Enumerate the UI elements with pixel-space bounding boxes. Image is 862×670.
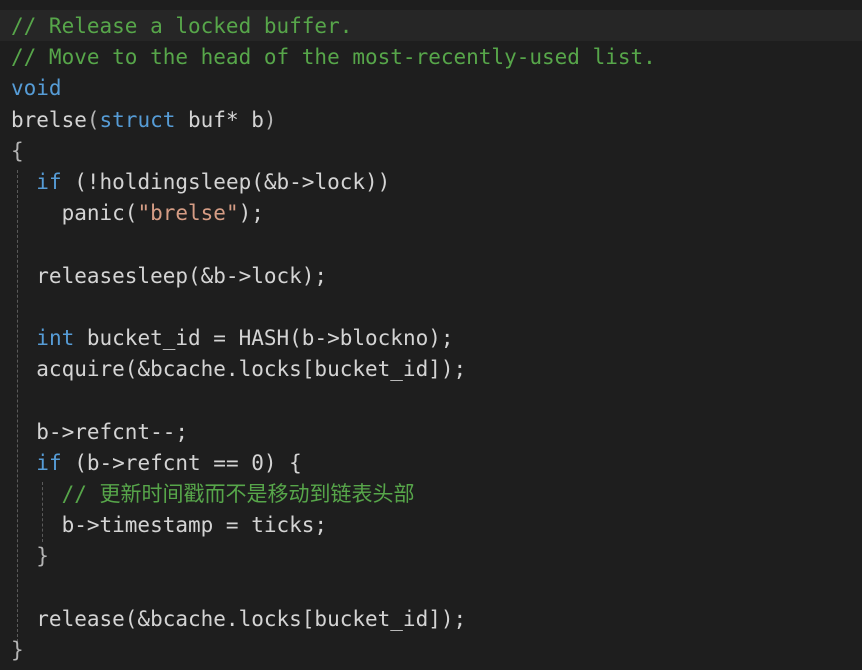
code-token: brelse	[11, 107, 87, 132]
code-line-text: int bucket_id = HASH(b->blockno);	[11, 326, 454, 350]
keyword-token: if	[36, 450, 62, 475]
code-token: buf* b	[175, 107, 264, 132]
code-line-text: acquire(&bcache.locks[bucket_id]);	[11, 357, 466, 381]
comment-token: // 更新时间戳而不是移动到链表头部	[61, 482, 415, 506]
code-line[interactable]: }	[0, 634, 862, 665]
code-line[interactable]: panic("brelse");	[0, 197, 862, 228]
code-line[interactable]: if (!holdingsleep(&b->lock))	[0, 166, 862, 197]
comment-token: // Move to the head of the most-recently…	[11, 45, 656, 70]
code-editor[interactable]: // Release a locked buffer. // Move to th…	[0, 0, 862, 670]
code-line[interactable]: int bucket_id = HASH(b->blockno);	[0, 322, 862, 353]
code-line-text: if (b->refcnt == 0) {	[11, 451, 302, 475]
code-line-text: // Release a locked buffer.	[11, 14, 352, 38]
code-line-text: b->refcnt--;	[11, 420, 188, 444]
code-line-text: {	[11, 139, 24, 163]
code-line[interactable]: // Move to the head of the most-recently…	[0, 41, 862, 72]
code-line[interactable]: if (b->refcnt == 0) {	[0, 447, 862, 478]
code-line[interactable]	[0, 572, 862, 603]
punct-token: (	[86, 107, 100, 132]
code-line[interactable]: b->refcnt--;	[0, 416, 862, 447]
code-token: acquire(&bcache.locks[bucket_id]);	[11, 357, 467, 382]
code-line-text: // Move to the head of the most-recently…	[11, 45, 656, 69]
keyword-token: if	[36, 170, 62, 194]
code-line[interactable]: releasesleep(&b->lock);	[0, 260, 862, 291]
code-line-text: releasesleep(&b->lock);	[11, 264, 327, 288]
code-line[interactable]: release(&bcache.locks[bucket_id]);	[0, 603, 862, 634]
code-line[interactable]: void	[0, 72, 862, 103]
code-token: bucket_id = HASH(b->blockno);	[74, 326, 454, 350]
code-token: );	[238, 201, 264, 226]
code-token: release(&bcache.locks[bucket_id]);	[11, 606, 467, 631]
code-line[interactable]: // 更新时间戳而不是移动到链表头部	[0, 478, 862, 509]
string-token: "brelse"	[137, 201, 239, 226]
code-line-text: if (!holdingsleep(&b->lock))	[11, 170, 390, 194]
code-line[interactable]: b->timestamp = ticks;	[0, 509, 862, 540]
code-line-text: void	[11, 76, 62, 100]
code-token: (b->refcnt == 0) {	[61, 450, 302, 475]
comment-token: // Release a locked buffer.	[11, 14, 353, 38]
punct-token: )	[263, 107, 277, 132]
code-line[interactable]: }	[0, 540, 862, 571]
punct-token: }	[11, 638, 24, 662]
code-token: releasesleep(&b->lock);	[11, 263, 328, 288]
code-line[interactable]	[0, 291, 862, 322]
punct-token: }	[36, 544, 49, 569]
code-token: (!holdingsleep(&b->lock))	[61, 170, 391, 194]
code-line[interactable]: brelse(struct buf* b)	[0, 104, 862, 135]
code-line-text: release(&bcache.locks[bucket_id]);	[11, 607, 466, 631]
code-line[interactable]: {	[0, 135, 862, 166]
code-line[interactable]	[0, 228, 862, 259]
keyword-token: struct	[99, 107, 176, 132]
code-line-text: }	[11, 544, 49, 568]
code-line[interactable]	[0, 384, 862, 415]
code-line[interactable]: // Release a locked buffer.	[0, 10, 862, 41]
code-line-text: b->timestamp = ticks;	[11, 513, 328, 538]
code-line-text: }	[11, 638, 24, 662]
keyword-token: int	[36, 326, 75, 350]
code-token: panic(	[11, 201, 138, 226]
code-line-text: // 更新时间戳而不是移动到链表头部	[11, 482, 415, 506]
code-token: b->timestamp = ticks;	[11, 513, 328, 538]
keyword-token: void	[11, 76, 62, 101]
code-line[interactable]: acquire(&bcache.locks[bucket_id]);	[0, 353, 862, 384]
code-line-text: brelse(struct buf* b)	[11, 108, 277, 132]
punct-token: {	[11, 138, 24, 163]
code-line-text: panic("brelse");	[11, 201, 264, 225]
code-token: b->refcnt--;	[11, 419, 189, 444]
